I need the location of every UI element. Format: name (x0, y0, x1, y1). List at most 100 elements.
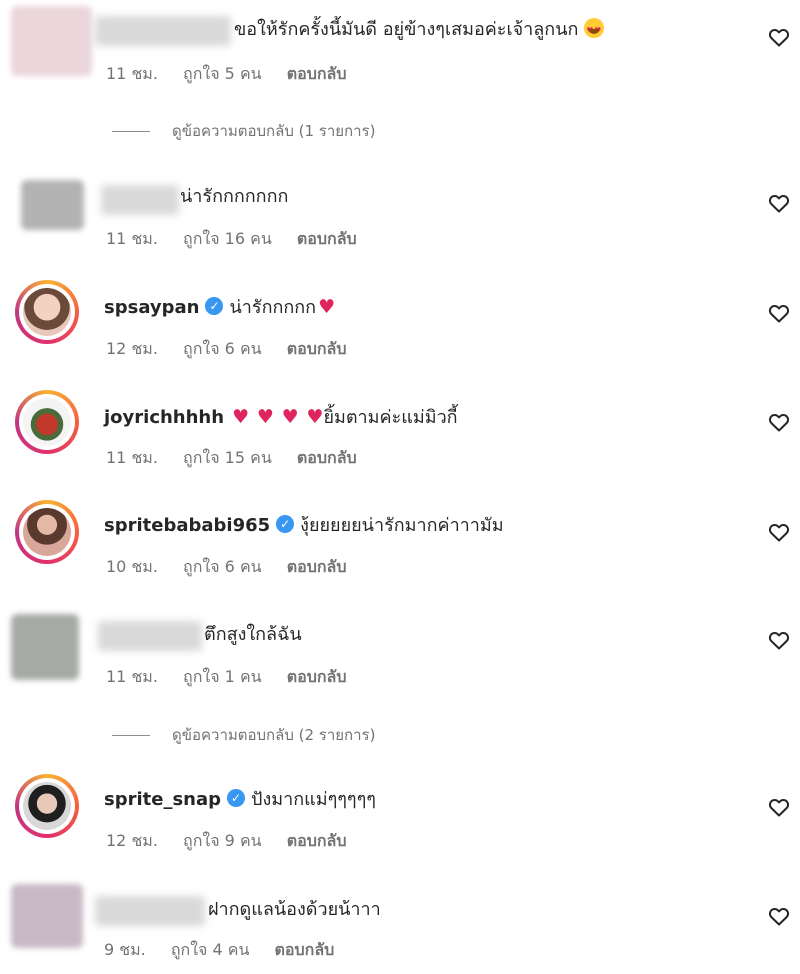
avatar[interactable] (15, 280, 79, 344)
avatar-photo (23, 782, 71, 830)
comment-time: 9 ชม. (104, 940, 146, 959)
comment-meta: 12 ชม. ถูกใจ 9 คน ตอบกลับ (106, 829, 367, 854)
heart-outline-icon[interactable] (767, 520, 791, 544)
verified-badge-icon: ✓ (276, 515, 295, 533)
reply-button[interactable]: ตอบกลับ (297, 448, 357, 467)
comment-username[interactable]: sprite_snap (104, 789, 221, 810)
comment-item: ฝากดูแลน้องด้วยน้าาา 9 ชม. ถูกใจ 4 คน ตอ… (0, 880, 800, 974)
comment-text: ฝากดูแลน้องด้วยน้าาา (208, 899, 381, 920)
comment-meta: 11 ชม. ถูกใจ 16 คน ตอบกลับ (106, 227, 377, 252)
comment-time: 12 ชม. (106, 831, 158, 850)
avatar-ring-inner (19, 284, 75, 340)
heart-outline-icon[interactable] (767, 191, 791, 215)
comment-text: ตึกสูงใกล้ฉัน (204, 624, 302, 645)
comment-meta: 11 ชม. ถูกใจ 1 คน ตอบกลับ (106, 665, 367, 690)
reply-button[interactable]: ตอบกลับ (287, 557, 347, 576)
username-blurred (101, 185, 179, 215)
comment-item: น่ารักกกกกกก 11 ชม. ถูกใจ 16 คน ตอบกลับ (0, 170, 800, 260)
heart-emoji-icon: ♥ (232, 406, 250, 428)
view-replies-button[interactable]: ดูข้อความตอบกลับ (1 รายการ) (112, 119, 375, 143)
username-blurred (95, 16, 231, 46)
comment-text: ปังมากแม่ๆๆๆๆๆ (251, 789, 376, 810)
comment-text: น่ารักกกกก (229, 297, 317, 318)
comment-likes[interactable]: ถูกใจ 15 คน (183, 448, 272, 467)
reply-button[interactable]: ตอบกลับ (297, 229, 357, 248)
comment-meta: 11 ชม. ถูกใจ 15 คน ตอบกลับ (106, 446, 377, 471)
comment-item: sprite_snap ✓ ปังมากแม่ๆๆๆๆๆ 12 ชม. ถูกใจ … (0, 774, 800, 864)
comment-text-line: ตึกสูงใกล้ฉัน (204, 623, 302, 647)
comment-likes[interactable]: ถูกใจ 4 คน (171, 940, 250, 959)
comment-item: ขอให้รักครั้งนี้มันดี อยู่ข้างๆเสมอค่ะเจ… (0, 0, 800, 110)
comment-text: ยิ้มตามค่ะแม่มิวกี้ (323, 407, 458, 428)
comment-likes[interactable]: ถูกใจ 6 คน (183, 339, 262, 358)
comment-time: 11 ชม. (106, 448, 158, 467)
reply-button[interactable]: ตอบกลับ (287, 64, 347, 83)
reply-button[interactable]: ตอบกลับ (287, 339, 347, 358)
avatar[interactable] (11, 6, 92, 76)
comment-item: spsaypan ✓ น่ารักกกกก ♥ 12 ชม. ถูกใจ 6 คน ต… (0, 280, 800, 370)
heart-emoji-icon: ♥ (318, 296, 336, 318)
avatar[interactable] (21, 180, 84, 230)
avatar[interactable] (11, 614, 79, 680)
avatar[interactable] (15, 390, 79, 454)
comment-text-line: joyrichhhhh ♥ ♥ ♥ ♥ยิ้มตามค่ะแม่มิวกี้ (104, 405, 458, 430)
heart-outline-icon[interactable] (767, 628, 791, 652)
heart-outline-icon[interactable] (767, 795, 791, 819)
comment-item: ตึกสูงใกล้ฉัน 11 ชม. ถูกใจ 1 คน ตอบกลับ (0, 608, 800, 698)
comment-time: 11 ชม. (106, 667, 158, 686)
comment-meta: 11 ชม. ถูกใจ 5 คน ตอบกลับ (106, 62, 367, 87)
comment-item: spritebababi965 ✓ งุ้ยยยยยน่ารักมากค่าาามั… (0, 500, 800, 590)
comment-text-line: ฝากดูแลน้องด้วยน้าาา (208, 898, 381, 922)
divider (112, 131, 150, 132)
verified-badge-icon: ✓ (205, 297, 224, 315)
comment-likes[interactable]: ถูกใจ 16 คน (183, 229, 272, 248)
comment-item: joyrichhhhh ♥ ♥ ♥ ♥ยิ้มตามค่ะแม่มิวกี้ 11… (0, 390, 800, 480)
comment-text: น่ารักกกกกกก (180, 186, 289, 207)
username-blurred (98, 621, 202, 651)
view-replies-label: ดูข้อความตอบกลับ (2 รายการ) (172, 726, 376, 744)
comment-time: 11 ชม. (106, 229, 158, 248)
heart-outline-icon[interactable] (767, 25, 791, 49)
comment-time: 11 ชม. (106, 64, 158, 83)
avatar-photo (23, 508, 71, 556)
view-replies-label: ดูข้อความตอบกลับ (1 รายการ) (172, 122, 376, 140)
reply-button[interactable]: ตอบกลับ (287, 831, 347, 850)
avatar[interactable] (11, 884, 83, 948)
username-blurred (95, 896, 205, 926)
comment-text: งุ้ยยยยยน่ารักมากค่าาามัม (300, 515, 504, 536)
heart-outline-icon[interactable] (767, 410, 791, 434)
comment-likes[interactable]: ถูกใจ 9 คน (183, 831, 262, 850)
avatar[interactable] (15, 774, 79, 838)
reply-button[interactable]: ตอบกลับ (275, 940, 335, 959)
comment-likes[interactable]: ถูกใจ 6 คน (183, 557, 262, 576)
comment-likes[interactable]: ถูกใจ 1 คน (183, 667, 262, 686)
comment-text-line: sprite_snap ✓ ปังมากแม่ๆๆๆๆๆ (104, 788, 376, 812)
comment-username[interactable]: joyrichhhhh (104, 407, 224, 428)
comment-text: ขอให้รักครั้งนี้มันดี อยู่ข้างๆเสมอค่ะเจ… (234, 19, 579, 40)
heart-eyes-emoji-icon (584, 18, 605, 43)
reply-button[interactable]: ตอบกลับ (287, 667, 347, 686)
heart-outline-icon[interactable] (767, 904, 791, 928)
comment-text-line: spsaypan ✓ น่ารักกกกก ♥ (104, 295, 335, 320)
comment-text-line: น่ารักกกกกกก (180, 185, 288, 209)
avatar-ring-inner (19, 504, 75, 560)
avatar[interactable] (15, 500, 79, 564)
comment-username[interactable]: spsaypan (104, 297, 199, 318)
comment-username[interactable]: spritebababi965 (104, 515, 270, 536)
comment-likes[interactable]: ถูกใจ 5 คน (183, 64, 262, 83)
avatar-ring-inner (19, 394, 75, 450)
heart-emoji-icon: ♥ (306, 406, 324, 428)
comment-meta: 10 ชม. ถูกใจ 6 คน ตอบกลับ (106, 555, 367, 580)
view-replies-button[interactable]: ดูข้อความตอบกลับ (2 รายการ) (112, 723, 375, 747)
divider (112, 735, 150, 736)
comment-meta: 12 ชม. ถูกใจ 6 คน ตอบกลับ (106, 337, 367, 362)
heart-emoji-icon: ♥ (281, 406, 299, 428)
heart-emoji-icon: ♥ (256, 406, 274, 428)
avatar-photo (23, 398, 71, 446)
heart-outline-icon[interactable] (767, 301, 791, 325)
avatar-ring-inner (19, 778, 75, 834)
comment-text-line: ขอให้รักครั้งนี้มันดี อยู่ข้างๆเสมอค่ะเจ… (234, 18, 605, 43)
comment-text-line: spritebababi965 ✓ งุ้ยยยยยน่ารักมากค่าาามั… (104, 514, 504, 538)
verified-badge-icon: ✓ (227, 789, 246, 807)
comment-time: 10 ชม. (106, 557, 158, 576)
